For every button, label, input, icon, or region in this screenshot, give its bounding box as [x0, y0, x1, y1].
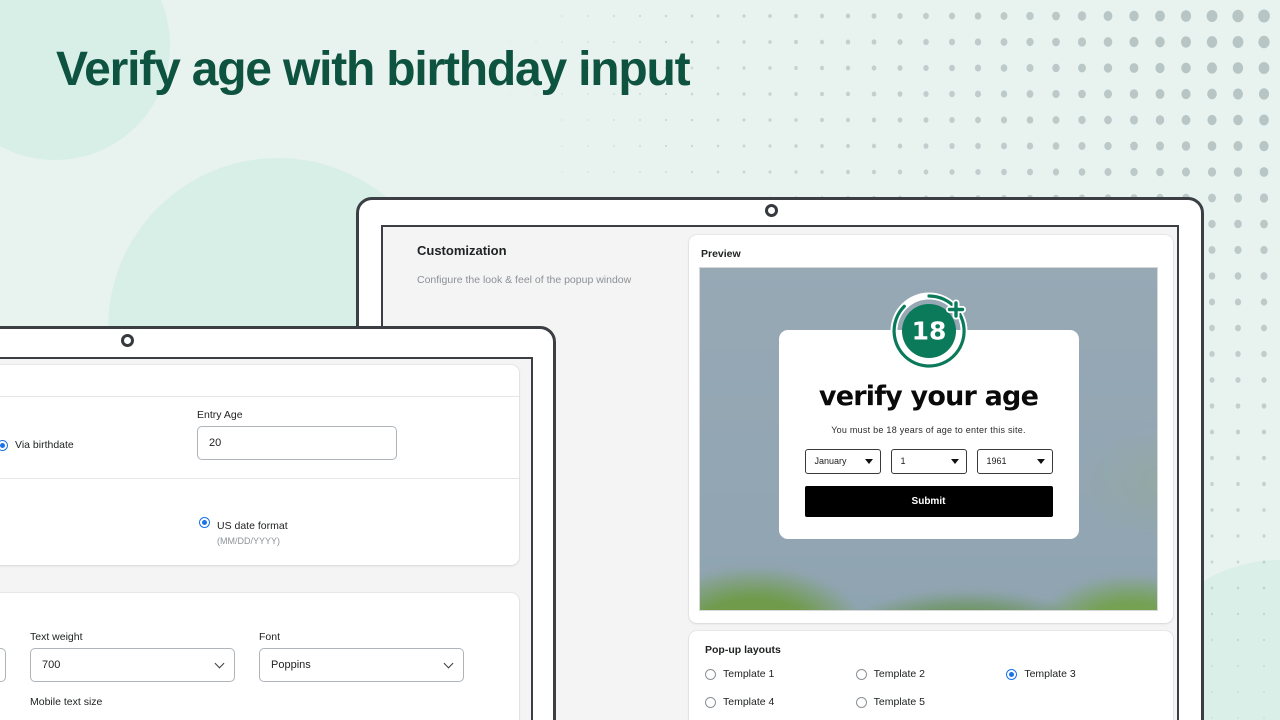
camera-icon: [765, 204, 778, 217]
radio-label: Template 5: [873, 696, 926, 709]
submit-button[interactable]: Submit: [804, 485, 1053, 517]
page-title: Verify age with birthday input: [56, 43, 691, 96]
verification-type-section: Verification type No Input Via birthdate…: [0, 397, 519, 478]
chevron-down-icon: [443, 658, 454, 669]
modal-subtext: You must be 18 years of age to enter thi…: [831, 424, 1026, 435]
day-select-value: 1: [900, 456, 906, 467]
field-label: Font: [259, 631, 281, 643]
customization-subtitle: Configure the look & feel of the popup w…: [417, 274, 632, 286]
age-badge-18-plus-icon: 18: [890, 292, 967, 370]
preview-card: Preview 18 verify your age You must be 1…: [689, 235, 1173, 623]
radio-option-template-5[interactable]: Template 5: [855, 696, 1007, 709]
radio-option-template-2[interactable]: Template 2: [855, 668, 1007, 681]
date-format-title: Date format: [0, 493, 497, 505]
heading-text-input[interactable]: [0, 648, 6, 682]
card-top-spacer: [0, 365, 519, 396]
chevron-down-icon: [864, 459, 873, 465]
heading-text-weight-field: Text weight 700: [30, 631, 235, 682]
radio-icon: [855, 669, 867, 680]
heading-font-field: Font Poppins: [259, 631, 464, 682]
radio-icon: [855, 697, 867, 709]
popup-layouts-card: Pop-up layouts Template 1 Template 2 Tem…: [689, 631, 1173, 720]
year-select[interactable]: 1961: [976, 448, 1053, 474]
radio-icon: [705, 669, 716, 680]
preview-frame: 18 verify your age You must be 18 years …: [699, 267, 1158, 611]
heading-section-title: Heading: [0, 609, 497, 621]
tablet-device-left: Verification type No Input Via birthdate…: [0, 326, 556, 720]
radio-option-european-date[interactable]: European date format (DD/MM/YYYY): [0, 516, 199, 546]
date-format-section: Date format European date format (DD/MM/…: [0, 479, 519, 564]
camera-icon: [121, 334, 134, 347]
day-select[interactable]: 1: [890, 448, 967, 474]
radio-label-group: US date format (MM/DD/YYYY): [217, 516, 288, 546]
radio-label: Template 1: [723, 668, 775, 680]
radio-icon-selected: [1006, 669, 1018, 680]
verification-type-row: No Input Via birthdate Entry Age: [0, 409, 497, 460]
field-label: Text size: [0, 696, 6, 708]
age-verification-modal: 18 verify your age You must be 18 years …: [778, 292, 1079, 539]
radio-icon-selected: [199, 517, 210, 528]
field-label: Text: [0, 631, 6, 643]
tablet-screen-left: Verification type No Input Via birthdate…: [0, 357, 533, 720]
heading-settings-card: Heading Text Text weight 700 Fo: [0, 593, 519, 720]
mobile-text-size-field: Mobile text size: [30, 696, 235, 713]
modal-heading: verify your age: [818, 381, 1039, 412]
radio-label: US date format: [217, 520, 288, 532]
radio-label: Template 4: [723, 696, 775, 709]
radio-option-template-1[interactable]: Template 1: [705, 668, 856, 681]
popup-layouts-title: Pop-up layouts: [705, 644, 781, 656]
radio-option-template-3[interactable]: Template 3: [1006, 668, 1157, 681]
preview-label: Preview: [701, 248, 741, 260]
radio-icon-selected: [0, 440, 8, 451]
heading-text-field: Text: [0, 631, 6, 682]
month-select[interactable]: January: [804, 448, 881, 474]
chevron-down-icon: [950, 459, 959, 465]
font-select[interactable]: Poppins: [259, 648, 464, 682]
radio-label: Via birthdate: [15, 439, 74, 451]
date-format-row: European date format (DD/MM/YYYY) US dat…: [0, 516, 497, 546]
radio-option-us-date[interactable]: US date format (MM/DD/YYYY): [199, 516, 288, 546]
radio-label: Template 3: [1024, 668, 1076, 680]
text-size-field: Text size: [0, 696, 6, 713]
heading-fields-row: Text Text weight 700 Font Poppins: [0, 631, 497, 682]
app-window-left: Verification type No Input Via birthdate…: [0, 359, 531, 720]
text-weight-select[interactable]: 700: [30, 648, 235, 682]
font-select-value: Poppins: [271, 659, 311, 671]
radio-sublabel: (MM/DD/YYYY): [217, 536, 280, 546]
field-label: Text weight: [30, 631, 83, 643]
entry-age-field: Entry Age: [197, 409, 397, 460]
customization-section: Customization Configure the look & feel …: [417, 243, 667, 288]
year-select-value: 1961: [986, 456, 1007, 467]
radio-option-via-birthdate[interactable]: Via birthdate: [0, 439, 197, 452]
entry-age-input[interactable]: [197, 426, 397, 460]
age-badge-number: 18: [911, 317, 946, 346]
popup-layouts-options: Template 1 Template 2 Template 3 Templat…: [705, 668, 1157, 709]
radio-icon: [705, 697, 716, 709]
chevron-down-icon: [1036, 459, 1045, 465]
verification-settings-card: Verification type No Input Via birthdate…: [0, 365, 519, 565]
heading-fields-row-2: Text size Mobile text size: [0, 696, 497, 713]
radio-label: Template 2: [873, 668, 926, 680]
entry-age-label: Entry Age: [197, 409, 243, 421]
radio-option-template-4[interactable]: Template 4: [705, 696, 856, 709]
customization-title: Customization: [417, 243, 507, 258]
field-label: Mobile text size: [30, 696, 103, 708]
text-weight-select-value: 700: [42, 659, 61, 671]
chevron-down-icon: [214, 658, 225, 669]
month-select-value: January: [814, 456, 847, 467]
birthdate-select-group: January 1 1961: [804, 448, 1053, 474]
